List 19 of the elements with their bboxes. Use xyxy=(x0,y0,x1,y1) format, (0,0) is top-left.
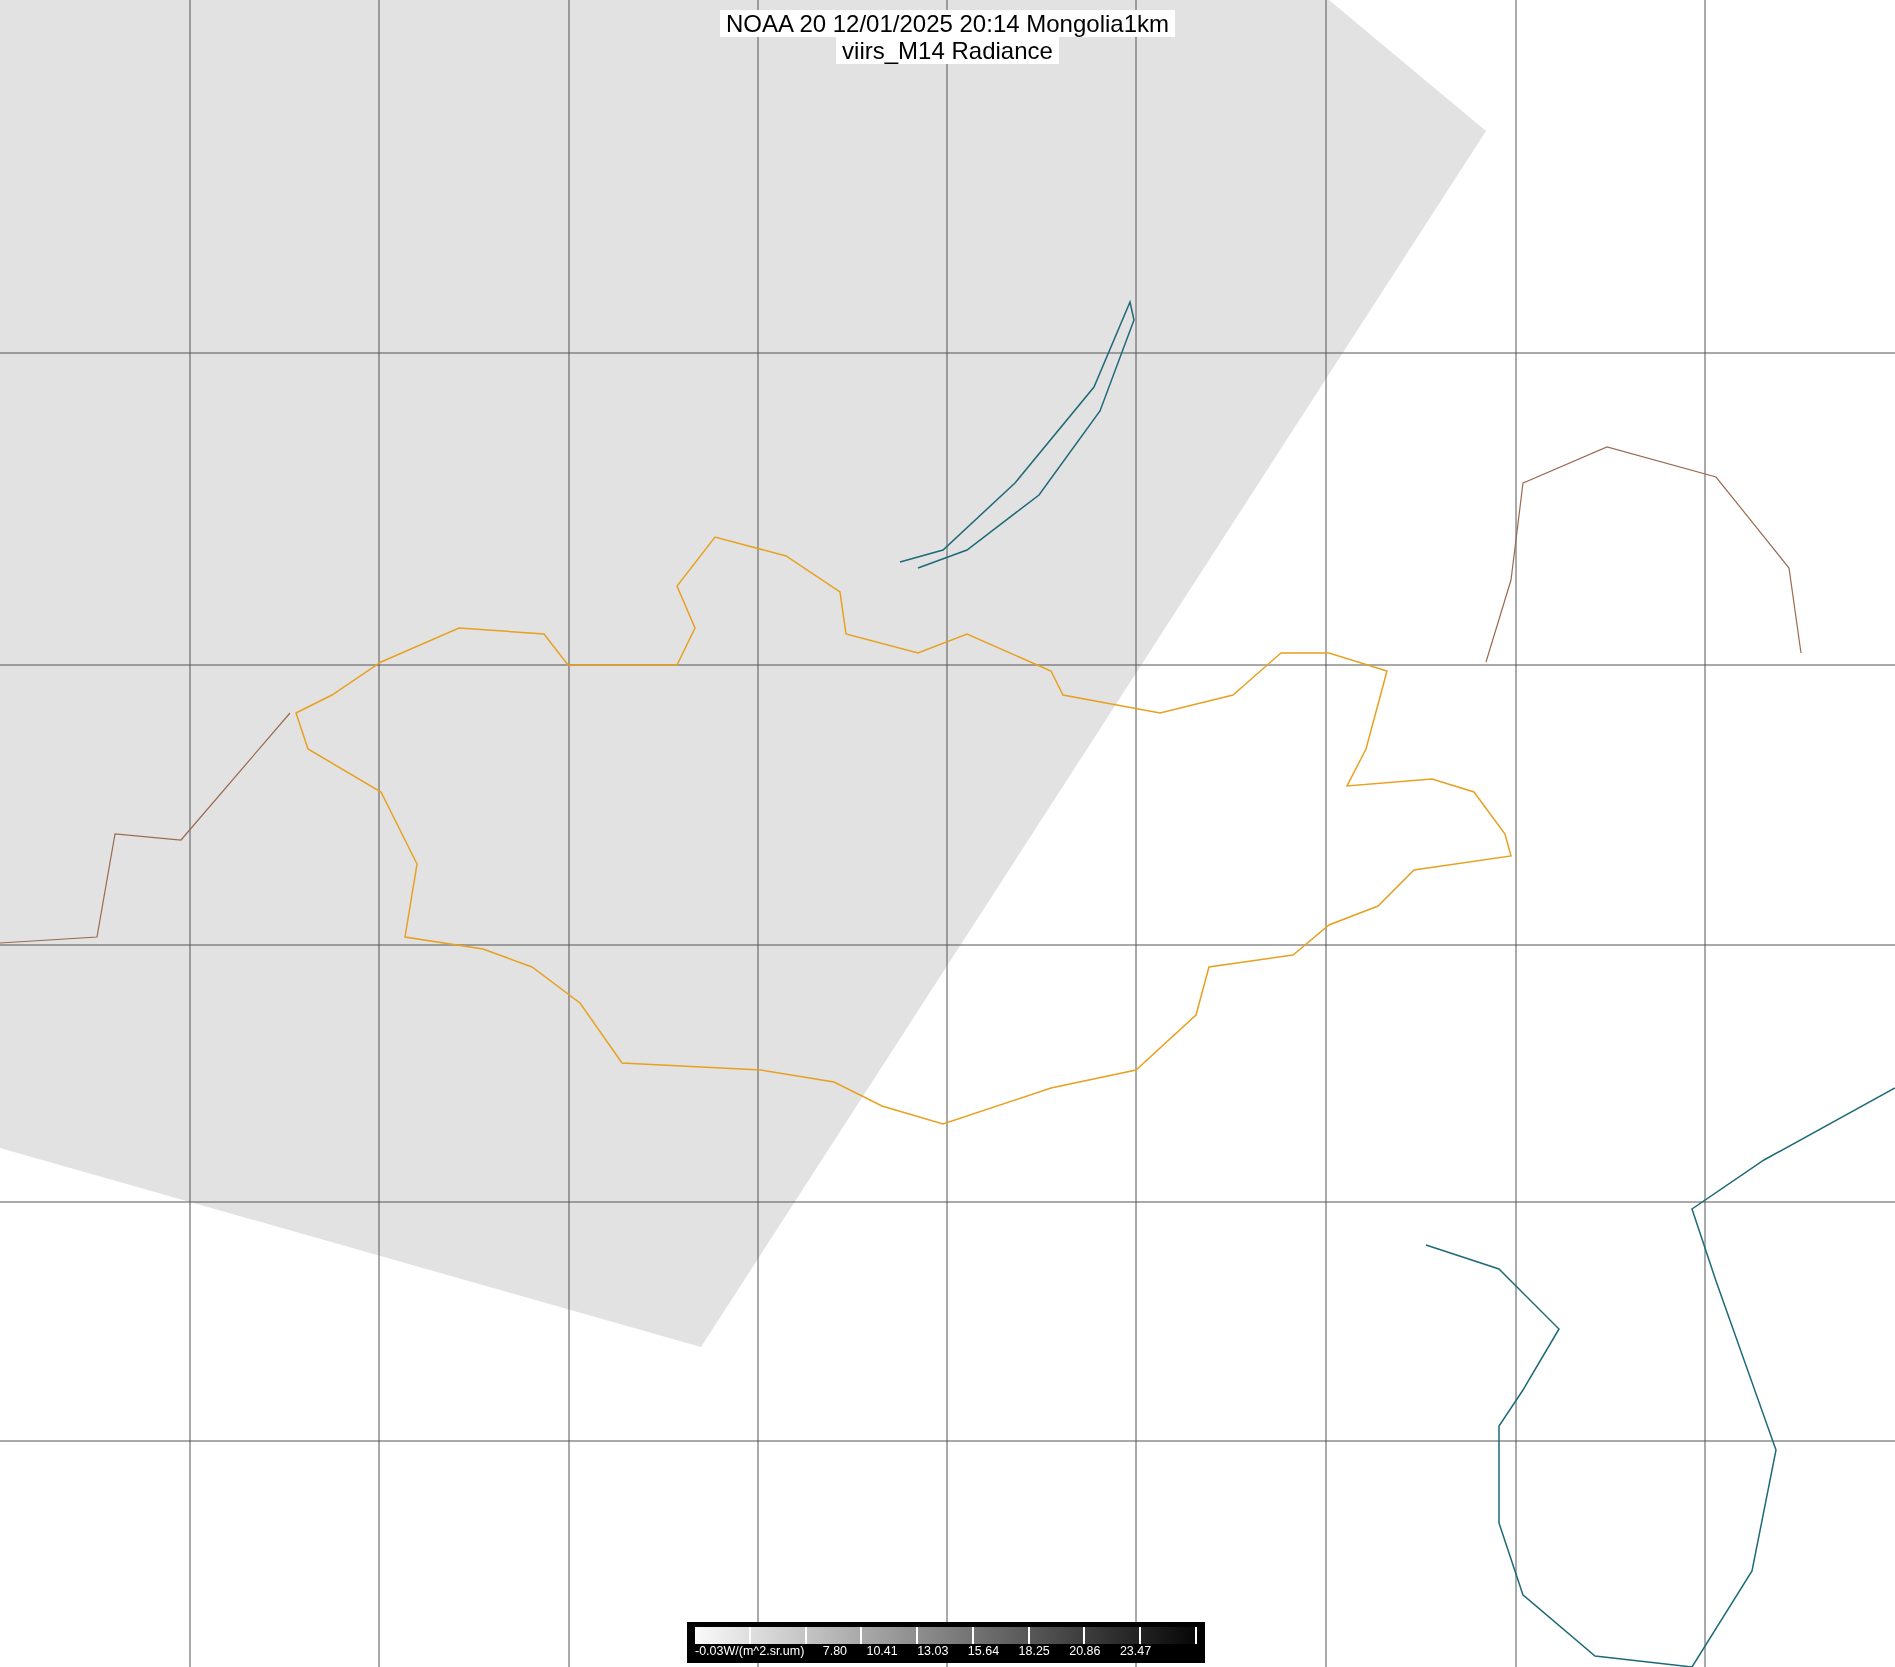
map-title: viirs_M14 Radiance xyxy=(836,37,1059,64)
color-ramp-segment xyxy=(862,1627,919,1644)
colorbar-label: 18.25 xyxy=(1017,1644,1051,1658)
color-ramp-segment xyxy=(973,1627,1030,1644)
colorbar-label: 15.64 xyxy=(966,1644,1001,1658)
color-ramp-segment xyxy=(806,1627,863,1644)
color-ramp-segment xyxy=(1085,1627,1142,1644)
colorbar-label: 7.80 xyxy=(821,1644,849,1658)
color-ramp-segment xyxy=(695,1627,751,1644)
colorbar-label: 13.03 xyxy=(916,1644,950,1658)
colorbar-label: -0.03W/(m^2.sr.um) xyxy=(695,1644,805,1658)
colorbar-label: 10.41 xyxy=(865,1644,899,1658)
map-title: NOAA 20 12/01/2025 20:14 Mongolia1km xyxy=(720,10,1175,37)
colorbar-label: 20.86 xyxy=(1068,1644,1102,1658)
color-ramp-segment xyxy=(750,1627,807,1644)
colorbar-label: 23.47 xyxy=(1118,1644,1153,1658)
color-ramp-segment xyxy=(918,1627,974,1644)
color-ramp-segment xyxy=(1029,1627,1086,1644)
color-ramp-segment xyxy=(1141,1627,1198,1644)
